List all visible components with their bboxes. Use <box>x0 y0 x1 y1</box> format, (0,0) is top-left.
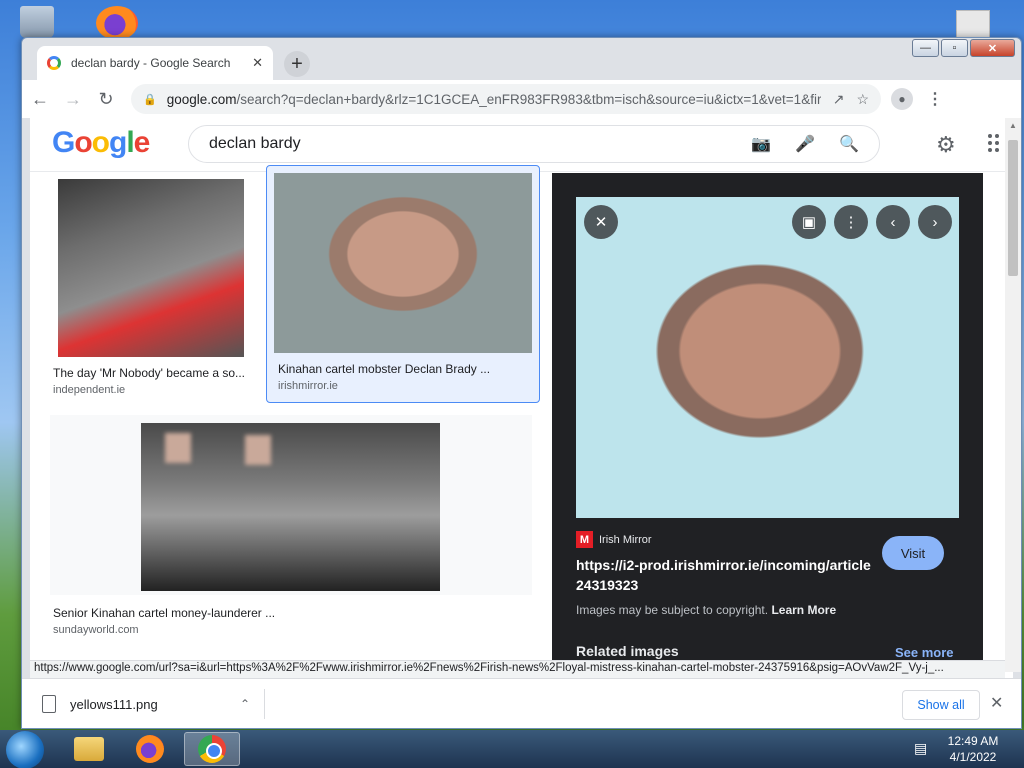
firefox-icon <box>136 735 164 763</box>
google-apps-icon[interactable] <box>988 134 1000 152</box>
result-thumbnail[interactable] <box>58 179 244 357</box>
chevron-up-icon[interactable]: ⌃ <box>240 697 250 711</box>
clock-time: 12:49 AM <box>947 734 999 748</box>
logo-letter: G <box>52 126 75 159</box>
share-icon[interactable]: ↗ <box>833 91 845 108</box>
downloads-bar: yellows111.png ⌃ Show all ✕ <box>22 678 1021 728</box>
result-thumbnail[interactable] <box>274 173 532 353</box>
image-result[interactable] <box>48 173 248 357</box>
result-caption[interactable]: Kinahan cartel mobster Declan Brady ... <box>278 362 528 376</box>
publisher-name[interactable]: Irish Mirror <box>599 534 652 546</box>
file-icon <box>42 695 56 713</box>
blurred-face <box>165 433 191 463</box>
result-source[interactable]: sundayworld.com <box>53 624 139 636</box>
image-result-selected[interactable]: Kinahan cartel mobster Declan Brady ... … <box>266 165 540 403</box>
see-more-link[interactable]: See more <box>895 645 954 660</box>
microphone-icon[interactable]: 🎤 <box>795 134 815 154</box>
google-header: Google declan bardy 📷 🎤 🔍 ⚙ <box>30 118 1013 172</box>
result-thumbnail[interactable] <box>141 423 440 591</box>
image-preview-panel: ✕ ▣ ⋮ ‹ › M Irish Mirror https://i2-prod… <box>552 173 983 678</box>
google-logo[interactable]: Google <box>52 126 151 160</box>
taskbar-explorer[interactable] <box>61 732 117 766</box>
new-tab-button[interactable]: + <box>284 51 310 77</box>
irish-mirror-logo-icon: M <box>576 531 593 548</box>
preview-title-link[interactable]: https://i2-prod.irishmirror.ie/incoming/… <box>576 555 872 595</box>
chrome-menu-icon[interactable]: ⋮ <box>927 89 943 109</box>
logo-letter: l <box>126 126 134 159</box>
related-images-heading: Related images <box>576 643 679 659</box>
result-caption-block[interactable]: The day 'Mr Nobody' became a so... indep… <box>48 363 258 403</box>
tab-title: declan bardy - Google Search <box>71 56 231 70</box>
copyright-text: Images may be subject to copyright. <box>576 603 769 617</box>
taskbar-chrome[interactable] <box>184 732 240 766</box>
logo-letter: e <box>133 126 151 159</box>
maximize-button[interactable]: ▫ <box>941 39 968 57</box>
start-button[interactable] <box>6 731 44 768</box>
publisher[interactable]: M Irish Mirror <box>576 531 652 548</box>
scroll-up-icon[interactable]: ▲ <box>1009 121 1017 130</box>
profile-avatar-icon[interactable]: ● <box>891 88 913 110</box>
logo-letter: o <box>91 126 110 159</box>
url-path: /search?q=declan+bardy&rlz=1C1GCEA_enFR9… <box>236 91 821 107</box>
image-results-grid: The day 'Mr Nobody' became a so... indep… <box>30 165 550 678</box>
url-host: google.com <box>166 91 237 107</box>
visit-button[interactable]: Visit <box>882 536 944 570</box>
network-icon[interactable]: ▤ <box>914 740 927 757</box>
more-options-icon[interactable]: ⋮ <box>834 205 868 239</box>
window-controls: — ▫ ✕ <box>912 39 1015 57</box>
forward-icon[interactable]: → <box>58 84 88 114</box>
close-preview-icon[interactable]: ✕ <box>584 205 618 239</box>
folder-icon <box>74 737 104 761</box>
result-source[interactable]: independent.ie <box>53 384 125 396</box>
download-file-name[interactable]: yellows111.png <box>70 697 240 712</box>
firefox-desktop-icon[interactable] <box>96 6 138 40</box>
close-window-button[interactable]: ✕ <box>970 39 1015 57</box>
copyright-notice: Images may be subject to copyright. Lear… <box>576 603 836 617</box>
image-result[interactable]: Senior Kinahan cartel money-launderer ..… <box>50 415 532 655</box>
previous-image-icon[interactable]: ‹ <box>876 205 910 239</box>
browser-toolbar: ← → ↻ 🔒 google.com/search?q=declan+bardy… <box>22 80 1021 118</box>
close-downloads-icon[interactable]: ✕ <box>990 693 1003 713</box>
document-desktop-icon[interactable] <box>956 10 990 40</box>
lock-icon[interactable]: 🔒 <box>143 93 157 106</box>
status-bar-url: https://www.google.com/url?sa=i&url=http… <box>30 660 1005 678</box>
result-caption[interactable]: Senior Kinahan cartel money-launderer ..… <box>53 606 453 620</box>
system-clock[interactable]: 12:49 AM 4/1/2022 <box>940 733 1006 765</box>
clock-date: 4/1/2022 <box>949 750 997 764</box>
reload-icon[interactable]: ↻ <box>91 84 121 114</box>
recycle-bin-icon[interactable] <box>20 6 54 38</box>
taskbar-firefox[interactable] <box>122 732 178 766</box>
settings-gear-icon[interactable]: ⚙ <box>936 132 956 158</box>
preview-image[interactable] <box>576 197 959 518</box>
google-favicon-icon <box>47 56 61 70</box>
search-icon[interactable]: 🔍 <box>839 134 859 154</box>
logo-letter: o <box>74 126 92 159</box>
next-image-icon[interactable]: › <box>918 205 952 239</box>
bookmark-star-icon[interactable]: ☆ <box>856 91 869 108</box>
lens-search-icon[interactable]: ▣ <box>792 205 826 239</box>
taskbar: ▤ 12:49 AM 4/1/2022 <box>0 730 1024 768</box>
chrome-window: — ▫ ✕ declan bardy - Google Search ✕ + ←… <box>21 37 1022 729</box>
result-caption[interactable]: The day 'Mr Nobody' became a so... <box>53 366 253 380</box>
tab-google-search[interactable]: declan bardy - Google Search ✕ <box>37 46 273 80</box>
page-content: Google declan bardy 📷 🎤 🔍 ⚙ The day 'Mr … <box>30 118 1013 678</box>
back-icon[interactable]: ← <box>25 84 55 114</box>
url-text[interactable]: google.com/search?q=declan+bardy&rlz=1C1… <box>167 92 821 107</box>
learn-more-link[interactable]: Learn More <box>771 603 836 617</box>
address-bar[interactable]: 🔒 google.com/search?q=declan+bardy&rlz=1… <box>131 84 881 114</box>
chrome-icon <box>198 735 226 763</box>
camera-search-icon[interactable]: 📷 <box>751 134 771 154</box>
result-source[interactable]: irishmirror.ie <box>278 380 338 392</box>
search-input[interactable]: declan bardy <box>209 135 727 153</box>
tab-close-icon[interactable]: ✕ <box>252 55 263 71</box>
minimize-button[interactable]: — <box>912 39 939 57</box>
scrollbar-thumb[interactable] <box>1008 140 1018 276</box>
blurred-face <box>245 435 271 465</box>
download-item[interactable]: yellows111.png ⌃ <box>42 689 265 719</box>
show-all-button[interactable]: Show all <box>902 690 980 720</box>
vertical-scrollbar[interactable]: ▲ <box>1005 118 1021 672</box>
search-box[interactable]: declan bardy 📷 🎤 🔍 <box>188 125 880 163</box>
logo-letter: g <box>109 126 127 159</box>
